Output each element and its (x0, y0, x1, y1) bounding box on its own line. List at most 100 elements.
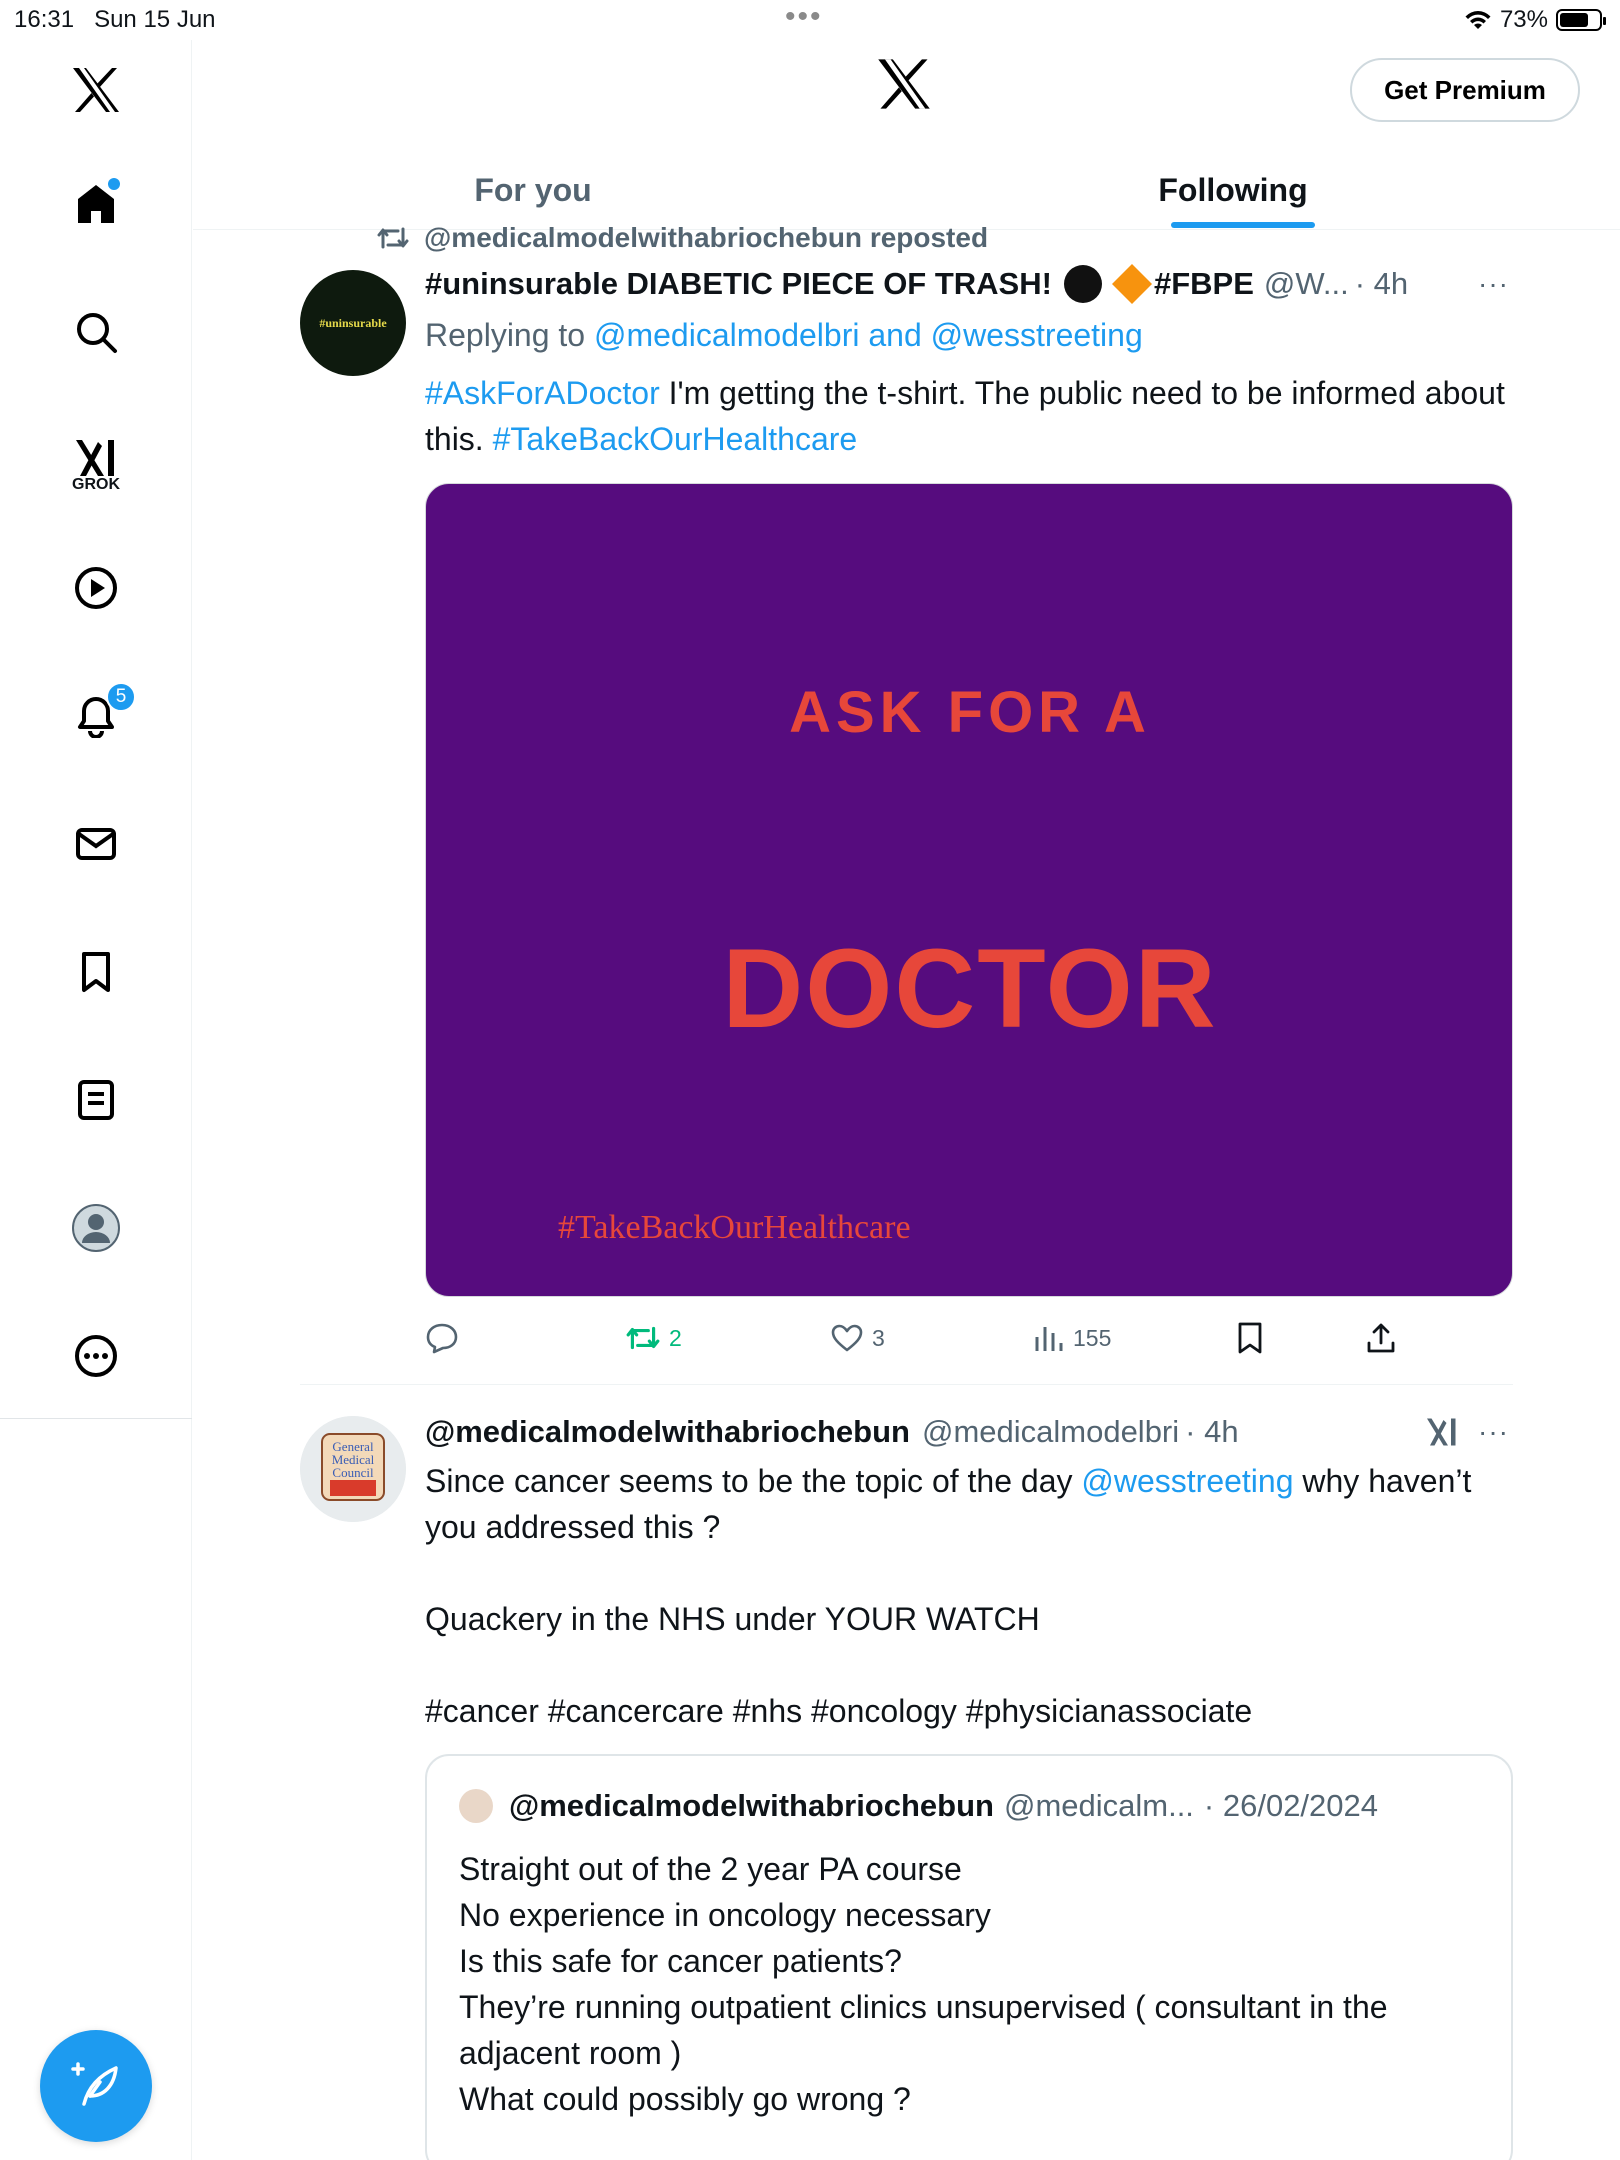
repost-button[interactable]: 2 (625, 1316, 682, 1360)
quote-line: No experience in oncology necessary (459, 1897, 991, 1933)
reply-button[interactable] (425, 1316, 459, 1360)
sidebar-item-more[interactable] (66, 1326, 126, 1386)
grok-icon (76, 440, 114, 476)
quote-line: Straight out of the 2 year PA course (459, 1851, 962, 1887)
image-text-hashtag: #TakeBackOurHealthcare (558, 1209, 911, 1246)
header-x-logo-icon[interactable] (876, 58, 936, 118)
quoted-tweet[interactable]: @medicalmodelwithabriochebun @medicalm..… (425, 1754, 1513, 2160)
display-name[interactable]: @medicalmodelwithabriochebun (425, 1414, 910, 1450)
more-options-icon[interactable]: ··· (1478, 1416, 1518, 1447)
repost-indicator: @medicalmodelwithabriochebun reposted (376, 220, 988, 256)
reply-mentions[interactable]: @medicalmodelbri and @wesstreeting (594, 317, 1143, 353)
tab-for-you[interactable]: For you (423, 150, 643, 230)
search-icon (77, 313, 117, 353)
display-name-tag[interactable]: #FBPE (1154, 266, 1254, 302)
battery-percent: 73% (1499, 6, 1548, 33)
quote-date: · 26/02/2024 (1203, 1788, 1379, 1823)
image-text-doctor: DOCTOR (722, 926, 1218, 1051)
sidebar-item-grok[interactable]: GROK (66, 428, 126, 493)
hashtag[interactable]: #TakeBackOurHealthcare (493, 421, 858, 457)
notification-badge: 5 (106, 682, 136, 712)
bookmark-button[interactable] (1235, 1316, 1265, 1360)
hashtag[interactable]: #AskForADoctor (425, 375, 660, 411)
sidebar-item-home[interactable] (66, 174, 126, 234)
like-count: 3 (872, 1324, 885, 1351)
sidebar-item-explore[interactable] (66, 302, 126, 362)
share-icon (1367, 1323, 1395, 1353)
get-premium-button[interactable]: Get Premium (1350, 58, 1580, 122)
image-text-ask: ASK FOR A (789, 680, 1151, 745)
tab-following[interactable]: Following (1133, 150, 1333, 230)
x-logo-icon[interactable] (66, 60, 126, 120)
like-button[interactable]: 3 (830, 1316, 885, 1360)
multitasking-dots-icon[interactable]: ••• (785, 0, 823, 34)
reply-icon (426, 1323, 458, 1354)
quote-header: @medicalmodelwithabriochebun @medicalm..… (459, 1784, 1378, 1828)
compose-button[interactable] (40, 2030, 152, 2142)
handle[interactable]: @W... (1264, 266, 1349, 302)
quote-avatar (459, 1789, 493, 1823)
repost-text[interactable]: @medicalmodelwithabriochebun reposted (424, 222, 988, 254)
sidebar: GROK 5 (0, 40, 192, 2160)
tweet-header: #uninsurable DIABETIC PIECE OF TRASH! #F… (425, 262, 1408, 306)
more-circle-icon (75, 1335, 117, 1377)
grok-label: GROK (72, 476, 120, 493)
hashtags[interactable]: #cancer #cancercare #nhs #oncology #phys… (425, 1688, 1252, 1734)
avatar[interactable]: #uninsurable (300, 270, 406, 376)
tweet-text: Since cancer seems to be the topic of th… (425, 1458, 1525, 1550)
quote-line: They’re running outpatient clinics unsup… (459, 1989, 1388, 2071)
quote-text: Straight out of the 2 year PA course No … (459, 1846, 1479, 2122)
avatar-icon (72, 1204, 120, 1252)
mention-link[interactable]: @wesstreeting (1081, 1463, 1293, 1499)
timestamp[interactable]: · 4h (1185, 1414, 1238, 1450)
replying-to-label: Replying to (425, 317, 586, 353)
heart-icon (831, 1324, 863, 1352)
tweet-divider (300, 1384, 1513, 1385)
quote-display-name: @medicalmodelwithabriochebun (509, 1788, 994, 1823)
grok-explain-icon[interactable] (1424, 1414, 1460, 1455)
quote-line: Is this safe for cancer patients? (459, 1943, 902, 1979)
sidebar-item-bookmarks[interactable] (66, 942, 126, 1002)
tweet-header: @medicalmodelwithabriochebun @medicalmod… (425, 1410, 1239, 1454)
sidebar-item-messages[interactable] (66, 814, 126, 874)
status-time: 16:31 (14, 6, 75, 33)
status-date: Sun 15 Jun (94, 6, 216, 33)
timestamp[interactable]: · 4h (1355, 266, 1408, 302)
handle[interactable]: @medicalmodelbri (922, 1414, 1179, 1450)
wifi-icon (1465, 11, 1491, 29)
mail-icon (76, 828, 116, 860)
battery-icon (1556, 9, 1606, 31)
unread-dot (108, 178, 120, 190)
avatar-text: #uninsurable (319, 315, 387, 330)
tweet-text: #AskForADoctor I'm getting the t-shirt. … (425, 370, 1515, 462)
view-count: 155 (1073, 1324, 1112, 1351)
sidebar-item-notifications[interactable]: 5 (66, 682, 136, 746)
display-name[interactable]: #uninsurable DIABETIC PIECE OF TRASH! (425, 266, 1052, 302)
tweet-body: Since cancer seems to be the topic of th… (425, 1463, 1082, 1499)
orange-diamond-emoji-icon (1111, 264, 1152, 304)
more-options-icon[interactable]: ··· (1478, 268, 1518, 299)
sidebar-item-articles[interactable] (66, 1070, 126, 1130)
views-button[interactable]: 155 (1033, 1316, 1111, 1360)
sidebar-item-videos[interactable] (66, 558, 126, 618)
sidebar-item-profile[interactable] (66, 1198, 126, 1258)
quote-handle: @medicalm... (1003, 1788, 1194, 1823)
tweet-image[interactable]: ASK FOR A DOCTOR #TakeBackOurHealthcare (425, 483, 1513, 1297)
repost-icon (377, 227, 409, 249)
analytics-icon (1035, 1327, 1063, 1351)
avatar-text-line3: Council (332, 1465, 374, 1480)
avatar[interactable]: General Medical Council (300, 1416, 406, 1522)
repost-icon (626, 1326, 660, 1350)
play-icon (75, 567, 117, 609)
compose-icon (71, 2062, 118, 2106)
active-tab-indicator (1171, 222, 1315, 228)
bookmark-icon (1238, 1322, 1262, 1354)
tweet-actions: 2 3 155 (425, 1316, 1513, 1360)
timeline-tabs: For you Following (193, 150, 1620, 230)
quote-line: What could possibly go wrong ? (459, 2081, 911, 2117)
sidebar-divider (0, 1418, 192, 1419)
tweet-text-line: Quackery in the NHS under YOUR WATCH (425, 1601, 1040, 1637)
share-button[interactable] (1365, 1316, 1397, 1360)
black-circle-emoji-icon (1063, 265, 1102, 303)
bookmark-icon (82, 952, 110, 992)
